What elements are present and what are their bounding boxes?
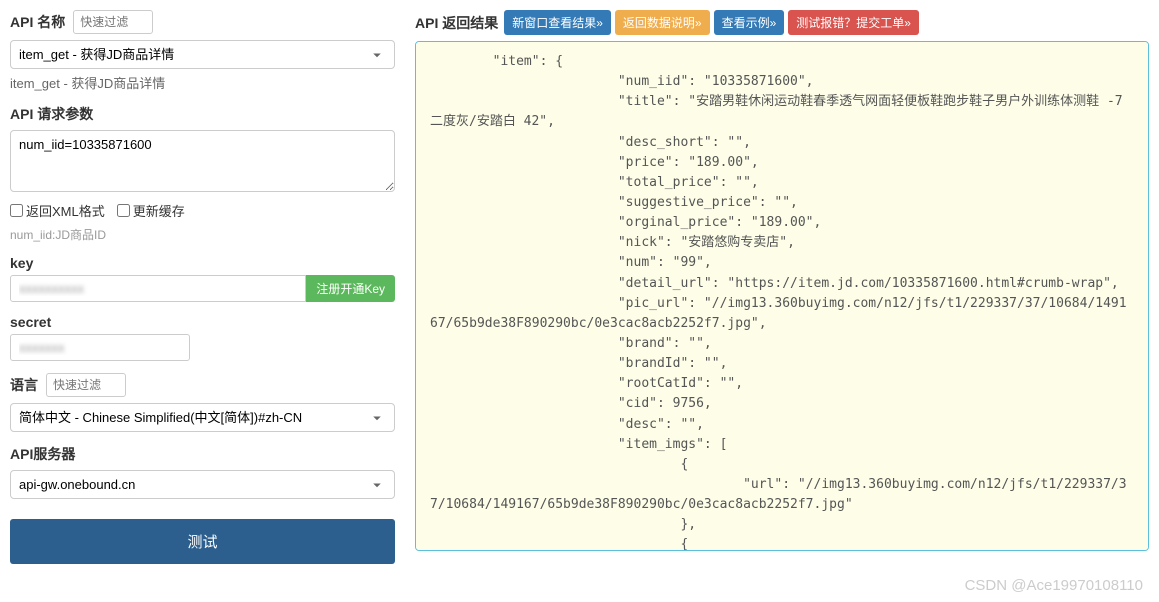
cache-checkbox-label[interactable]: 更新缓存 xyxy=(117,201,185,220)
api-filter-input[interactable] xyxy=(73,10,153,34)
server-label: API服务器 xyxy=(10,444,395,464)
cache-checkbox[interactable] xyxy=(117,204,130,217)
register-key-button[interactable]: 注册开通Key xyxy=(306,275,395,302)
api-select-subtext: item_get - 获得JD商品详情 xyxy=(10,73,395,92)
lang-label: 语言 xyxy=(10,375,38,395)
api-name-label: API 名称 xyxy=(10,12,65,32)
report-button[interactable]: 测试报错？提交工单» xyxy=(788,10,919,35)
xml-checkbox[interactable] xyxy=(10,204,23,217)
server-select[interactable]: api-gw.onebound.cn xyxy=(10,470,395,499)
lang-filter-input[interactable] xyxy=(46,373,126,397)
request-params-label: API 请求参数 xyxy=(10,104,395,124)
request-params-textarea[interactable] xyxy=(10,130,395,192)
api-name-select[interactable]: item_get - 获得JD商品详情 xyxy=(10,40,395,69)
result-output[interactable]: "item": { "num_iid": "10335871600", "tit… xyxy=(415,41,1149,551)
key-label: key xyxy=(10,255,395,271)
example-button[interactable]: 查看示例» xyxy=(714,10,785,35)
watermark: CSDN @Ace19970108110 xyxy=(965,577,1143,594)
new-window-button[interactable]: 新窗口查看结果» xyxy=(504,10,611,35)
lang-select[interactable]: 简体中文 - Chinese Simplified(中文[简体])#zh-CN xyxy=(10,403,395,432)
right-panel: API 返回结果 新窗口查看结果» 返回数据说明» 查看示例» 测试报错？提交工… xyxy=(415,10,1149,564)
secret-input[interactable] xyxy=(10,334,190,361)
params-hint: num_iid:JD商品ID xyxy=(10,226,395,243)
test-button[interactable]: 测试 xyxy=(10,519,395,564)
key-input[interactable] xyxy=(10,275,306,302)
xml-checkbox-label[interactable]: 返回XML格式 xyxy=(10,201,105,220)
result-title: API 返回结果 xyxy=(415,13,498,33)
data-desc-button[interactable]: 返回数据说明» xyxy=(615,10,710,35)
secret-label: secret xyxy=(10,314,395,330)
left-panel: API 名称 item_get - 获得JD商品详情 item_get - 获得… xyxy=(10,10,395,564)
